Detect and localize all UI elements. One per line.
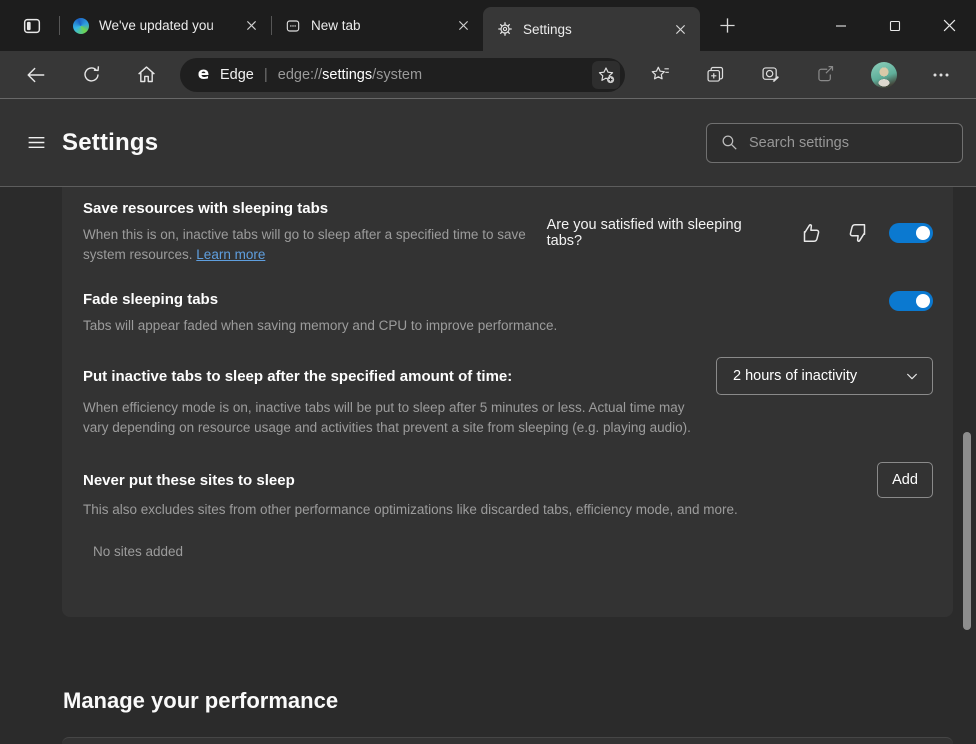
sleeping-tabs-toggle[interactable] xyxy=(889,223,933,243)
sleeping-tabs-card: Save resources with sleeping tabs When t… xyxy=(62,187,953,617)
tab-actions-menu-button[interactable] xyxy=(15,9,49,43)
tab-close-button[interactable] xyxy=(239,14,263,38)
minimize-icon xyxy=(835,20,847,32)
refresh-button[interactable] xyxy=(74,58,108,92)
plus-icon xyxy=(719,17,736,34)
settings-menu-button[interactable] xyxy=(19,126,53,160)
setting-description: This also excludes sites from other perf… xyxy=(83,500,933,520)
feedback-group: Are you satisfied with sleeping tabs? xyxy=(547,200,933,265)
share-icon xyxy=(815,64,836,85)
browser-window: We've updated you New tab xyxy=(0,0,976,744)
search-settings-input[interactable] xyxy=(706,123,963,163)
edge-logo-icon xyxy=(73,18,89,34)
tab-title: Settings xyxy=(523,22,668,37)
settings-header: Settings xyxy=(0,99,976,187)
setting-description: When this is on, inactive tabs will go t… xyxy=(83,225,547,265)
ellipsis-icon xyxy=(932,66,950,84)
setting-row-never-sleep: Never put these sites to sleep Add xyxy=(83,462,933,498)
collections-icon xyxy=(705,64,726,85)
thumbs-down-icon xyxy=(845,221,869,245)
minimize-button[interactable] xyxy=(814,0,868,51)
site-label: Edge xyxy=(220,67,254,83)
tab-close-button[interactable] xyxy=(451,14,475,38)
new-tab-page-icon xyxy=(285,18,301,34)
thumbs-down-button[interactable] xyxy=(844,220,870,246)
setting-row-sleeping-tabs: Save resources with sleeping tabs When t… xyxy=(83,199,933,265)
url-host: settings xyxy=(322,67,372,83)
section-heading-manage-performance: Manage your performance xyxy=(63,688,976,714)
web-capture-button[interactable] xyxy=(753,58,787,92)
hamburger-icon xyxy=(26,132,47,153)
thumbs-up-button[interactable] xyxy=(799,220,825,246)
setting-description: When efficiency mode is on, inactive tab… xyxy=(83,398,701,438)
tab-title: New tab xyxy=(311,18,451,33)
setting-title: Fade sleeping tabs xyxy=(83,290,557,309)
sleep-timer-dropdown[interactable]: 2 hours of inactivity xyxy=(716,357,933,395)
home-icon xyxy=(136,64,157,85)
setting-row-sleep-timer: Put inactive tabs to sleep after the spe… xyxy=(83,357,933,395)
tab-bar: We've updated you New tab xyxy=(0,0,976,51)
navigation-toolbar: e Edge | edge://settings/system xyxy=(0,51,976,99)
maximize-icon xyxy=(889,20,901,32)
url-text: edge://settings/system xyxy=(278,67,422,83)
setting-description: Tabs will appear faded when saving memor… xyxy=(83,316,557,336)
address-bar[interactable]: e Edge | edge://settings/system xyxy=(180,58,625,92)
gear-icon xyxy=(497,21,513,37)
next-card-edge xyxy=(62,737,953,744)
url-path: /system xyxy=(372,67,422,83)
share-button[interactable] xyxy=(808,58,842,92)
refresh-icon xyxy=(81,64,102,85)
browser-menu-button[interactable] xyxy=(924,58,958,92)
scrollbar-thumb[interactable] xyxy=(963,432,971,630)
star-list-icon xyxy=(650,64,671,85)
toggle-knob xyxy=(916,294,930,308)
favorites-button[interactable] xyxy=(643,58,677,92)
close-window-button[interactable] xyxy=(922,0,976,51)
home-button[interactable] xyxy=(129,58,163,92)
close-icon xyxy=(675,24,686,35)
tab-close-button[interactable] xyxy=(668,17,692,41)
setting-title: Put inactive tabs to sleep after the spe… xyxy=(83,367,512,386)
feedback-question: Are you satisfied with sleeping tabs? xyxy=(547,217,781,249)
add-favorite-button[interactable] xyxy=(592,61,620,89)
close-icon xyxy=(458,20,469,31)
setting-title: Never put these sites to sleep xyxy=(83,471,295,490)
profile-avatar[interactable] xyxy=(871,62,897,88)
tab-new-tab[interactable]: New tab xyxy=(271,0,483,51)
close-icon xyxy=(943,19,956,32)
web-capture-icon xyxy=(760,64,781,85)
fade-tabs-toggle[interactable] xyxy=(889,291,933,311)
setting-row-fade-tabs: Fade sleeping tabs Tabs will appear fade… xyxy=(83,290,933,336)
chevron-down-icon xyxy=(904,368,920,384)
dropdown-value: 2 hours of inactivity xyxy=(733,368,904,384)
tab-settings[interactable]: Settings xyxy=(483,7,700,51)
window-controls xyxy=(814,0,976,51)
thumbs-up-icon xyxy=(800,221,824,245)
new-tab-button[interactable] xyxy=(712,11,742,41)
setting-title: Save resources with sleeping tabs xyxy=(83,199,547,218)
star-add-icon xyxy=(596,65,616,85)
add-site-button[interactable]: Add xyxy=(877,462,933,498)
tab-title: We've updated you xyxy=(99,18,239,33)
divider: | xyxy=(264,66,268,83)
collections-button[interactable] xyxy=(698,58,732,92)
back-button[interactable] xyxy=(19,58,53,92)
tab-updated-browser[interactable]: We've updated you xyxy=(59,0,271,51)
learn-more-link[interactable]: Learn more xyxy=(196,247,265,262)
arrow-left-icon xyxy=(25,64,47,86)
page-title: Settings xyxy=(62,129,158,157)
search-icon xyxy=(720,133,739,152)
workspaces-icon xyxy=(21,15,43,37)
empty-state-label: No sites added xyxy=(93,544,933,559)
close-icon xyxy=(246,20,257,31)
settings-search xyxy=(706,123,963,163)
edge-logo-icon: e xyxy=(195,66,212,83)
url-scheme: edge:// xyxy=(278,67,322,83)
settings-content: Save resources with sleeping tabs When t… xyxy=(0,187,976,744)
maximize-button[interactable] xyxy=(868,0,922,51)
toggle-knob xyxy=(916,226,930,240)
